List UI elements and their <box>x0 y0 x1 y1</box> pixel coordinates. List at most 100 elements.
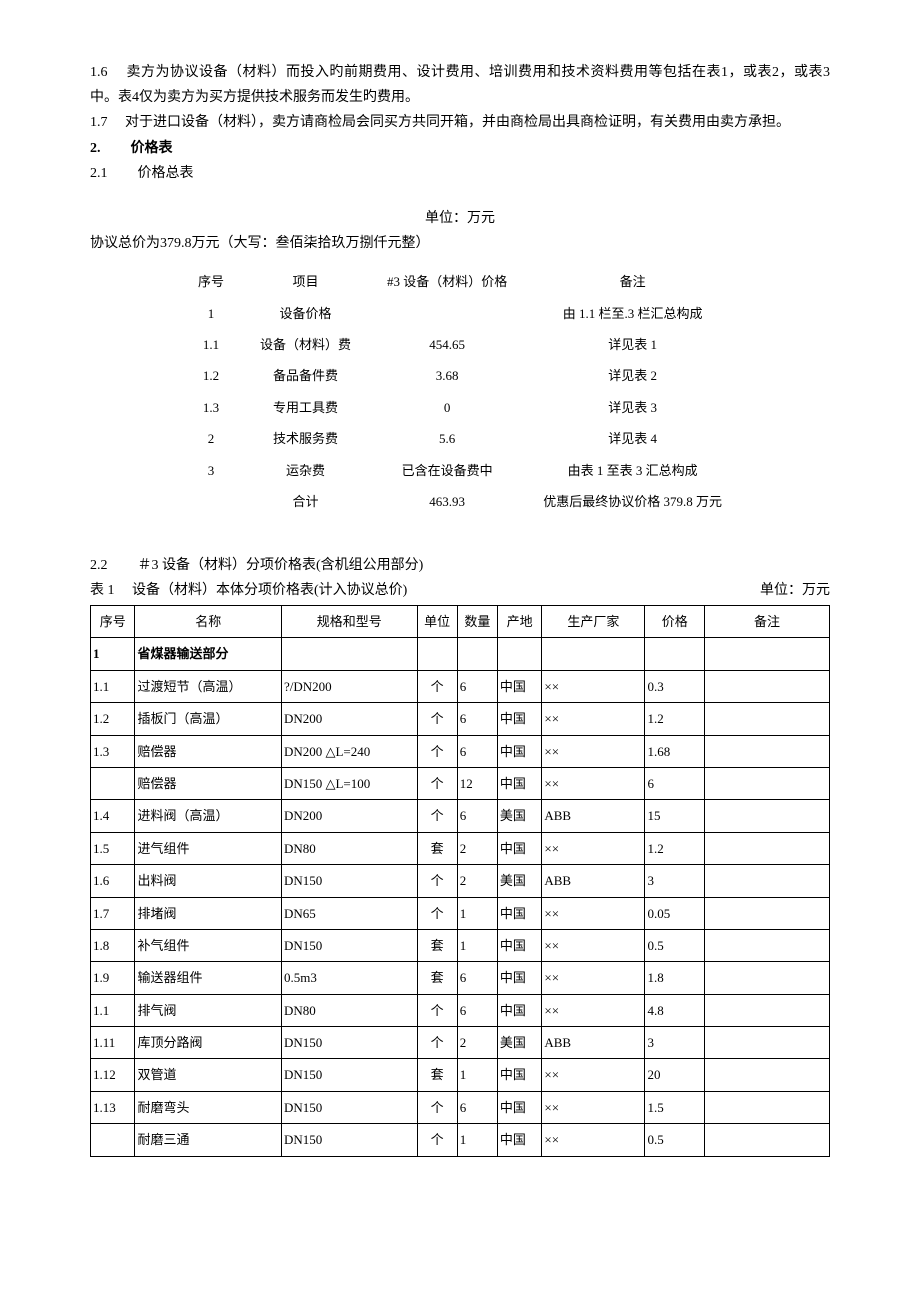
table1-col-seq: 序号 <box>91 606 135 638</box>
table-cell-price: 20 <box>645 1059 705 1091</box>
summary-row: 合计463.93优惠后最终协议价格 379.8 万元 <box>180 486 740 517</box>
table-cell-qty: 6 <box>457 994 497 1026</box>
table-cell-remark <box>705 670 830 702</box>
table-cell-origin: 美国 <box>497 800 541 832</box>
summary-cell-price: 3.68 <box>369 360 525 391</box>
summary-row: 1设备价格由 1.1 栏至.3 栏汇总构成 <box>180 298 740 329</box>
table-cell-remark <box>705 929 830 961</box>
table-cell-spec: 0.5m3 <box>281 962 417 994</box>
table-cell-unit <box>417 638 457 670</box>
table1-col-remark: 备注 <box>705 606 830 638</box>
table-cell-seq: 1.5 <box>91 832 135 864</box>
table-row: 1.11库顶分路阀DN150个2美国ABB3 <box>91 1027 830 1059</box>
summary-cell-seq: 2 <box>180 423 242 454</box>
table-cell-price: 4.8 <box>645 994 705 1026</box>
table-cell-unit: 个 <box>417 735 457 767</box>
table-cell-price: 1.2 <box>645 703 705 735</box>
summary-col-remark: 备注 <box>525 266 740 297</box>
table-cell-seq: 1.4 <box>91 800 135 832</box>
table-row: 1.12双管道DN150套1中国××20 <box>91 1059 830 1091</box>
summary-cell-remark: 详见表 2 <box>525 360 740 391</box>
table-cell-price: 0.05 <box>645 897 705 929</box>
table-cell-seq: 1.12 <box>91 1059 135 1091</box>
table-cell-unit: 个 <box>417 897 457 929</box>
table-cell-qty: 6 <box>457 670 497 702</box>
summary-cell-remark: 优惠后最终协议价格 379.8 万元 <box>525 486 740 517</box>
table-cell-unit: 个 <box>417 1091 457 1123</box>
table-cell-price: 6 <box>645 767 705 799</box>
table-cell-unit: 个 <box>417 800 457 832</box>
unit-label: 单位：万元 <box>90 206 830 231</box>
table-cell-name: 插板门（高温） <box>135 703 281 735</box>
table-cell-unit: 套 <box>417 962 457 994</box>
section-2-title: 价格表 <box>131 136 173 161</box>
summary-cell-remark: 由 1.1 栏至.3 栏汇总构成 <box>525 298 740 329</box>
table-cell-seq: 1.6 <box>91 865 135 897</box>
table-cell-remark <box>705 865 830 897</box>
table-row: 1省煤器输送部分 <box>91 638 830 670</box>
table-cell-price: 1.8 <box>645 962 705 994</box>
summary-row: 3运杂费已含在设备费中由表 1 至表 3 汇总构成 <box>180 455 740 486</box>
summary-cell-price: 已含在设备费中 <box>369 455 525 486</box>
table-row: 赔偿器DN150 △L=100个12中国××6 <box>91 767 830 799</box>
table-cell-seq: 1.1 <box>91 670 135 702</box>
table1-caption-row: 表 1 设备（材料）本体分项价格表(计入协议总价) 单位：万元 <box>90 578 830 603</box>
table-cell-unit: 个 <box>417 1027 457 1059</box>
table-cell-price: 1.2 <box>645 832 705 864</box>
table-cell-seq: 1.13 <box>91 1091 135 1123</box>
table-cell-qty: 6 <box>457 1091 497 1123</box>
table-cell-qty: 6 <box>457 962 497 994</box>
table-cell-origin: 美国 <box>497 865 541 897</box>
table-row: 1.1过渡短节（高温）?/DN200个6中国××0.3 <box>91 670 830 702</box>
summary-cell-price: 463.93 <box>369 486 525 517</box>
table-cell-remark <box>705 832 830 864</box>
table-cell-mfr: ×× <box>542 670 645 702</box>
table-cell-seq: 1.3 <box>91 735 135 767</box>
table-cell-origin: 中国 <box>497 897 541 929</box>
table-cell-price: 15 <box>645 800 705 832</box>
section-2-header: 2. 价格表 <box>90 136 830 161</box>
table-row: 1.3赔偿器DN200 △L=240个6中国××1.68 <box>91 735 830 767</box>
summary-cell-item: 运杂费 <box>242 455 369 486</box>
table-cell-spec: DN150 <box>281 1027 417 1059</box>
table-cell-spec: DN150 <box>281 1059 417 1091</box>
table-cell-name: 进料阀（高温） <box>135 800 281 832</box>
table-cell-remark <box>705 1059 830 1091</box>
table-row: 1.6出料阀DN150个2美国ABB3 <box>91 865 830 897</box>
table-cell-mfr: ×× <box>542 832 645 864</box>
table-cell-seq: 1.11 <box>91 1027 135 1059</box>
table-cell-seq: 1.1 <box>91 994 135 1026</box>
table-cell-origin: 中国 <box>497 929 541 961</box>
table-cell-spec: DN150 △L=100 <box>281 767 417 799</box>
table-cell-origin: 中国 <box>497 767 541 799</box>
table-cell-mfr: ×× <box>542 1124 645 1156</box>
table-cell-mfr: ×× <box>542 962 645 994</box>
table-cell-remark <box>705 638 830 670</box>
table-row: 1.13耐磨弯头DN150个6中国××1.5 <box>91 1091 830 1123</box>
table-cell-remark <box>705 962 830 994</box>
summary-cell-remark: 详见表 3 <box>525 392 740 423</box>
table-cell-spec: DN200 △L=240 <box>281 735 417 767</box>
table-cell-qty: 1 <box>457 897 497 929</box>
table-row: 1.2插板门（高温）DN200个6中国××1.2 <box>91 703 830 735</box>
table-cell-name: 赔偿器 <box>135 767 281 799</box>
table-cell-origin: 中国 <box>497 703 541 735</box>
table-cell-seq: 1.7 <box>91 897 135 929</box>
summary-cell-price: 0 <box>369 392 525 423</box>
table-cell-price <box>645 638 705 670</box>
table-cell-origin: 中国 <box>497 832 541 864</box>
table-cell-qty: 6 <box>457 735 497 767</box>
section-2-2-title: ＃3 设备（材料）分项价格表(含机组公用部分) <box>138 553 424 578</box>
table-cell-name: 双管道 <box>135 1059 281 1091</box>
table-cell-remark <box>705 897 830 929</box>
summary-cell-item: 备品备件费 <box>242 360 369 391</box>
table1-col-mfr: 生产厂家 <box>542 606 645 638</box>
table-cell-remark <box>705 703 830 735</box>
table-cell-price: 1.5 <box>645 1091 705 1123</box>
table-cell-price: 0.5 <box>645 929 705 961</box>
summary-cell-item: 设备价格 <box>242 298 369 329</box>
summary-row: 1.3专用工具费0详见表 3 <box>180 392 740 423</box>
table-cell-mfr: ×× <box>542 929 645 961</box>
table-cell-spec <box>281 638 417 670</box>
table1-col-price: 价格 <box>645 606 705 638</box>
